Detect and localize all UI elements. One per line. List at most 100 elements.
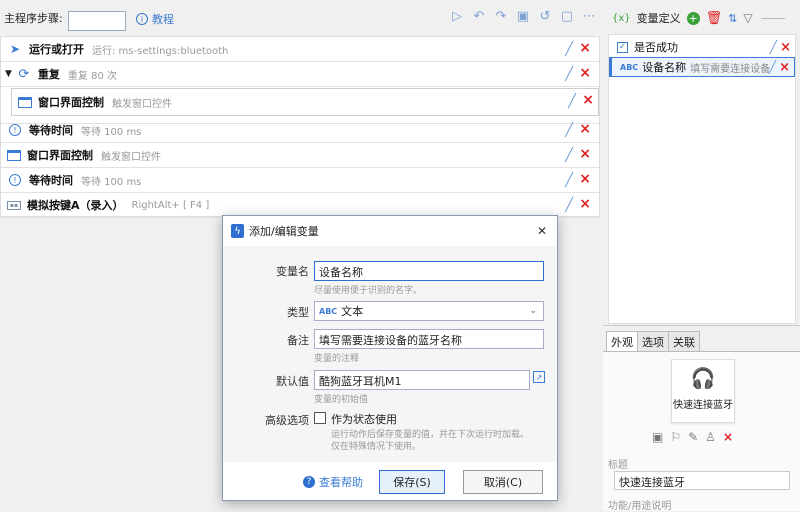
delete-icon[interactable]: ×	[579, 40, 591, 56]
tab-association[interactable]: 关联	[668, 331, 700, 353]
close-icon[interactable]: ✕	[537, 224, 547, 238]
more-icon[interactable]: ⋯	[582, 10, 596, 24]
action-card[interactable]: 🎧 快速连接蓝牙	[671, 359, 735, 423]
notes-icon[interactable]: ▢	[560, 10, 574, 24]
tab-options[interactable]: 选项	[637, 331, 669, 353]
default-input[interactable]: 酷狗蓝牙耳机M1	[314, 370, 530, 390]
delete-icon[interactable]: ×	[582, 92, 594, 108]
add-variable-icon[interactable]: +	[686, 11, 700, 25]
history-icon[interactable]: ↺	[538, 10, 552, 24]
step-name: 等待时间	[29, 174, 73, 187]
flag-icon[interactable]: ⚐	[670, 430, 681, 444]
delete-icon[interactable]: ×	[579, 65, 591, 81]
step-desc: 触发窗口控件	[112, 98, 172, 110]
delete-icon[interactable]: ×	[579, 121, 591, 137]
title-input[interactable]: 快速连接蓝牙	[614, 471, 790, 490]
var-name-input[interactable]: 设备名称	[314, 261, 544, 281]
step-desc: 等待 100 ms	[81, 126, 142, 138]
headphones-icon: 🎧	[690, 366, 716, 390]
variable-desc: 填写需要连接设备的蓝牙名称	[690, 63, 771, 75]
step-list: ➤ 运行或打开 运行: ms-settings:bluetooth ╱ × ▼ …	[0, 36, 600, 218]
keyboard-icon: ▪▪	[7, 200, 21, 210]
note-input[interactable]: 填写需要连接设备的蓝牙名称	[314, 329, 544, 349]
step-name: 模拟按键A（录入）	[27, 199, 124, 212]
send-icon: ➤	[9, 42, 21, 56]
advanced-label: 高级选项	[265, 414, 309, 427]
delete-icon[interactable]: ×	[779, 60, 790, 75]
delete-icon[interactable]: ×	[723, 430, 733, 444]
edit-icon[interactable]: ╱	[565, 148, 573, 163]
sort-icon[interactable]: ⇅	[728, 12, 737, 25]
help-label: 查看帮助	[319, 476, 363, 489]
edit-icon[interactable]: ╱	[565, 198, 573, 213]
main-toolbar: 主程序步骤: i 教程 ▷ ↶ ↷ ▣ ↺ ▢ ⋯	[0, 0, 600, 34]
step-row[interactable]: ! 等待时间 等待 100 ms ╱ ×	[1, 118, 599, 143]
edit-icon[interactable]: ╱	[568, 94, 576, 109]
type-label: 类型	[287, 306, 309, 319]
step-row[interactable]: ! 等待时间 等待 100 ms ╱ ×	[1, 168, 599, 193]
variables-title: 变量定义	[636, 12, 681, 25]
step-input[interactable]	[68, 11, 126, 31]
save-icon[interactable]: ▣	[516, 10, 530, 24]
dialog-titlebar: ϟ 添加/编辑变量 ✕	[223, 216, 557, 246]
redo-icon[interactable]: ↷	[494, 10, 508, 24]
edit-variable-dialog: ϟ 添加/编辑变量 ✕ 变量名 设备名称 尽量使用便于识别的名字。 类型 ABC…	[222, 215, 558, 501]
edit-icon[interactable]: ╱	[565, 173, 573, 188]
type-select[interactable]: ABC 文本 ⌄	[314, 301, 544, 321]
shirt-icon[interactable]: ♙	[705, 430, 716, 444]
dialog-footer: ? 查看帮助 保存(S) 取消(C)	[223, 462, 557, 500]
state-hint-2: 仅在特殊情况下使用。	[331, 442, 422, 452]
title-label: 标题	[608, 460, 628, 471]
checkbox-icon: ✓	[617, 41, 628, 53]
undo-icon[interactable]: ↶	[472, 10, 486, 24]
var-name-label: 变量名	[276, 265, 309, 278]
variable-list: ✓ 是否成功 ╱ × ABC 设备名称 填写需要连接设备的蓝牙名称 ╱ ×	[608, 34, 796, 324]
filter-icon[interactable]: ▽	[743, 11, 752, 25]
variable-row-selected[interactable]: ABC 设备名称 填写需要连接设备的蓝牙名称 ╱ ×	[609, 57, 795, 77]
delete-icon[interactable]: ×	[780, 40, 791, 55]
delete-icon[interactable]: ×	[579, 146, 591, 162]
help-link[interactable]: ? 查看帮助	[303, 474, 363, 490]
state-checkbox-label: 作为状态使用	[331, 413, 397, 426]
save-button[interactable]: 保存(S)	[379, 470, 445, 494]
tutorial-link[interactable]: i 教程	[136, 11, 174, 27]
step-row[interactable]: 窗口界面控制 触发窗口控件 ╱ ×	[1, 143, 599, 168]
variable-row[interactable]: ✓ 是否成功 ╱ ×	[609, 37, 795, 57]
trash-icon[interactable]: 🗑	[706, 11, 723, 26]
window-icon	[7, 149, 21, 161]
delete-icon[interactable]: ×	[579, 196, 591, 212]
state-checkbox[interactable]	[314, 412, 326, 424]
edit-icon[interactable]: ╱	[565, 123, 573, 138]
collapse-icon[interactable]: ▼	[5, 69, 12, 79]
edit-icon[interactable]: ╱	[769, 60, 776, 74]
variables-header: {x} 变量定义 + 🗑 ⇅ ▽	[612, 10, 785, 26]
description-label: 功能/用途说明	[608, 501, 672, 512]
dialog-body: 变量名 设备名称 尽量使用便于识别的名字。 类型 ABC 文本 ⌄ 备注 填写需…	[223, 246, 557, 462]
edit-icon[interactable]: ╱	[770, 40, 777, 54]
step-desc: 触发窗口控件	[101, 151, 161, 163]
tutorial-label: 教程	[152, 13, 174, 26]
image-icon[interactable]: ▣	[652, 430, 663, 444]
chevron-down-icon: ⌄	[529, 306, 537, 316]
step-row[interactable]: 窗口界面控制 触发窗口控件 ╱ ×	[12, 89, 598, 115]
tab-appearance[interactable]: 外观	[606, 331, 638, 353]
step-row[interactable]: ➤ 运行或打开 运行: ms-settings:bluetooth ╱ ×	[1, 37, 599, 62]
properties-tabs: 外观 选项 关联	[606, 331, 700, 353]
delete-icon[interactable]: ×	[579, 171, 591, 187]
variable-braces-icon: {x}	[612, 12, 631, 24]
step-row[interactable]: ▼ ⟳ 重复 重复 80 次 ╱ ×	[1, 62, 599, 87]
edit-icon[interactable]: ╱	[565, 42, 573, 57]
cancel-button[interactable]: 取消(C)	[463, 470, 543, 494]
pen-icon[interactable]: ✎	[688, 430, 698, 444]
note-label: 备注	[287, 334, 309, 347]
window-icon	[18, 96, 32, 108]
play-icon[interactable]: ▷	[450, 10, 464, 24]
step-desc: 运行: ms-settings:bluetooth	[92, 45, 229, 57]
edit-icon[interactable]: ╱	[565, 67, 573, 82]
expand-icon[interactable]: ↗	[533, 371, 545, 383]
repeat-icon: ⟳	[18, 66, 30, 82]
step-desc: 等待 100 ms	[81, 176, 142, 188]
var-name-hint: 尽量使用便于识别的名字。	[314, 286, 423, 296]
clock-icon: !	[7, 123, 23, 137]
card-tools: ▣ ⚐ ✎ ♙ ×	[652, 430, 733, 444]
